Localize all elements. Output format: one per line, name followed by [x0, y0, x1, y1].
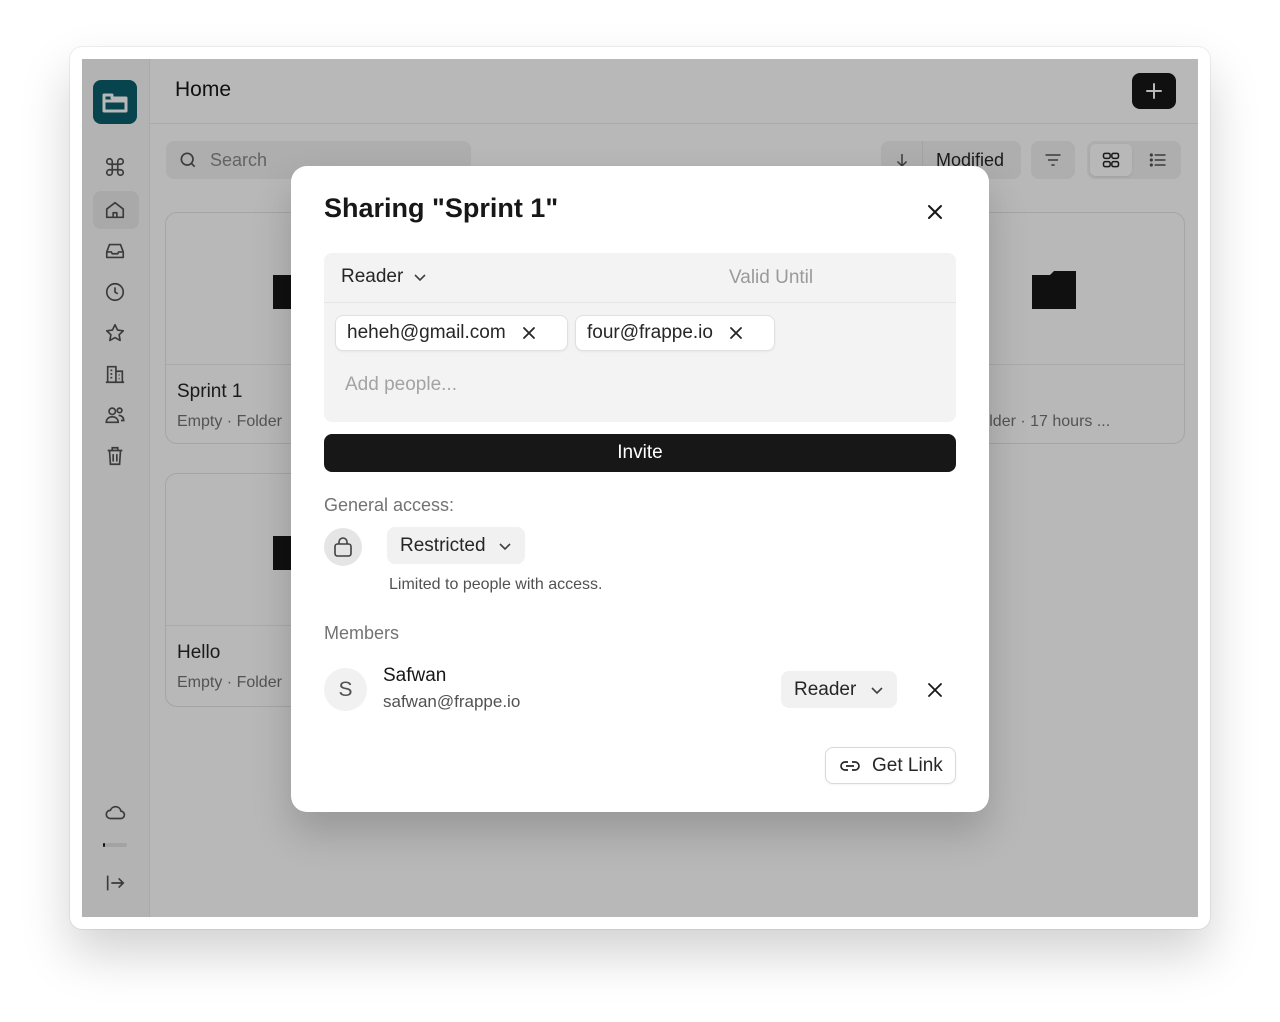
- close-icon: [730, 327, 742, 339]
- close-dialog-button[interactable]: [921, 198, 949, 226]
- valid-until-field[interactable]: Valid Until: [729, 267, 813, 289]
- member-role-label: Reader: [794, 678, 857, 700]
- share-dialog: Sharing "Sprint 1" Reader Valid Until he…: [291, 166, 989, 812]
- invite-box: Reader Valid Until heheh@gmail.com four@…: [324, 253, 956, 422]
- chevron-down-icon: [871, 686, 883, 694]
- add-people-input[interactable]: Add people...: [345, 374, 457, 396]
- access-description: Limited to people with access.: [389, 576, 603, 593]
- member-email: safwan@frappe.io: [383, 692, 521, 711]
- chip-email: heheh@gmail.com: [347, 322, 506, 343]
- remove-chip-button[interactable]: [522, 326, 536, 340]
- email-chip: four@frappe.io: [575, 315, 775, 351]
- general-access-select[interactable]: Restricted: [387, 527, 525, 564]
- email-chip: heheh@gmail.com: [335, 315, 568, 351]
- lock-icon: [324, 528, 362, 566]
- close-icon: [928, 683, 942, 697]
- link-icon: [840, 760, 860, 771]
- invite-role-label: Reader: [341, 266, 404, 287]
- chip-email: four@frappe.io: [587, 322, 713, 343]
- close-icon: [928, 205, 942, 219]
- chevron-down-icon: [414, 274, 426, 282]
- avatar: S: [324, 668, 367, 711]
- invite-button[interactable]: Invite: [324, 434, 956, 472]
- member-name: Safwan: [383, 665, 447, 686]
- members-label: Members: [324, 623, 400, 643]
- remove-chip-button[interactable]: [729, 326, 743, 340]
- member-role-select[interactable]: Reader: [781, 671, 898, 708]
- access-level-label: Restricted: [400, 534, 486, 556]
- remove-member-button[interactable]: [921, 676, 949, 704]
- invite-role-select[interactable]: Reader: [341, 266, 427, 288]
- chevron-down-icon: [498, 542, 511, 550]
- get-link-label: Get Link: [872, 754, 943, 776]
- get-link-button[interactable]: Get Link: [825, 747, 956, 784]
- invite-options: Reader Valid Until: [324, 253, 956, 303]
- close-icon: [522, 327, 535, 339]
- general-access-label: General access:: [324, 495, 455, 515]
- dialog-title: Sharing "Sprint 1": [324, 193, 559, 223]
